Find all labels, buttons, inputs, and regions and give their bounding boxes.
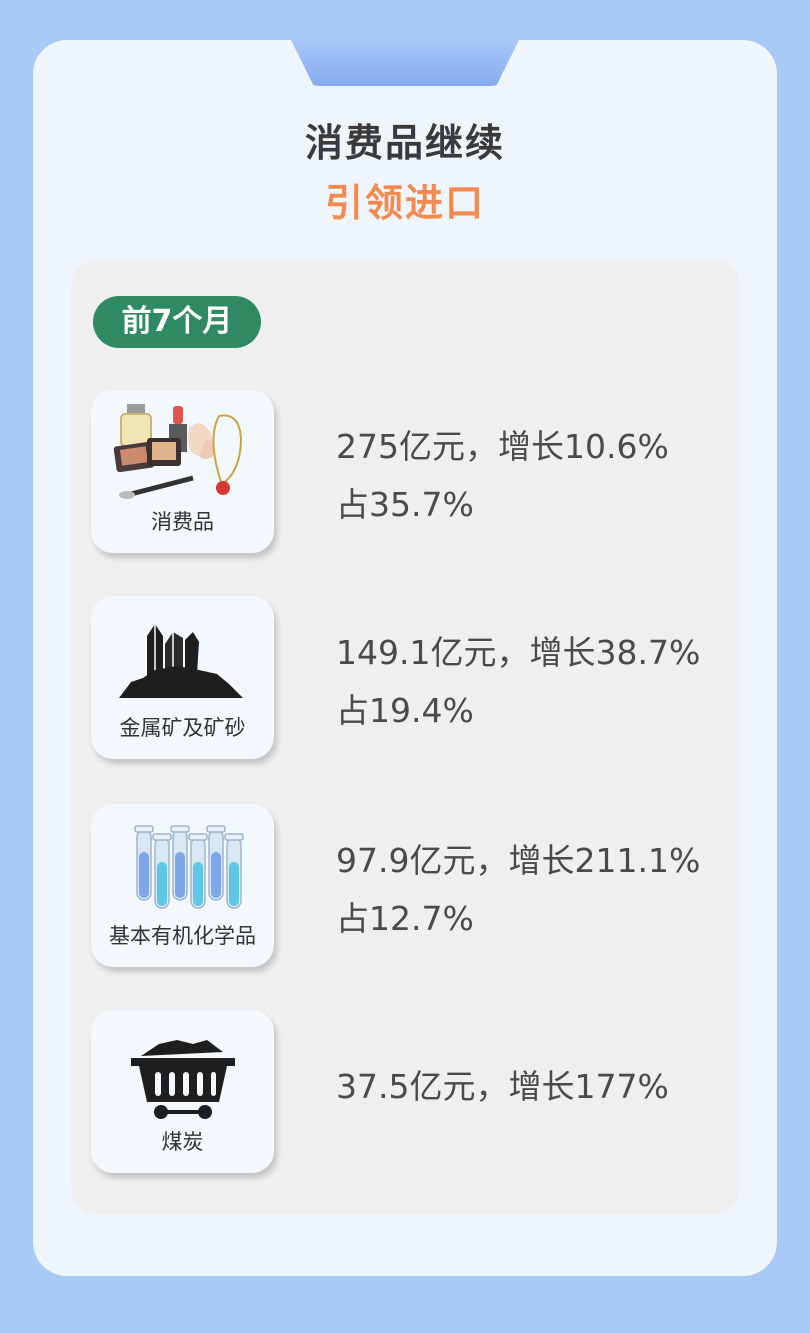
metal-ore-share: 占19.4% <box>336 691 474 730</box>
consumer-goods-label: 消费品 <box>151 510 214 534</box>
top-tab-decoration <box>291 40 519 86</box>
metal-ore-value: 149.1亿元，增长38.7% <box>336 633 701 672</box>
consumer-goods-value: 275亿元，增长10.6% <box>336 427 669 466</box>
period-badge: 前7个月 <box>93 296 261 348</box>
coal-value: 37.5亿元，增长177% <box>336 1067 669 1106</box>
metal-ore-label: 金属矿及矿砂 <box>119 716 246 740</box>
consumer-goods-share: 占35.7% <box>336 485 474 524</box>
organic-chemicals-share: 占12.7% <box>336 899 474 938</box>
cosmetics-icon <box>113 404 243 499</box>
organic-chemicals-card: 基本有机化学品 <box>91 804 274 967</box>
title-line-2: 引领进口 <box>324 181 485 225</box>
consumer-goods-card: 消费品 <box>91 390 274 553</box>
ore-icon <box>119 624 243 698</box>
coal-card: 煤炭 <box>91 1010 274 1173</box>
test-tubes-icon <box>134 825 244 909</box>
metal-ore-card: 金属矿及矿砂 <box>91 596 274 759</box>
coal-label: 煤炭 <box>161 1130 204 1154</box>
coal-cart-icon <box>131 1040 235 1119</box>
organic-chemicals-value: 97.9亿元，增长211.1% <box>336 841 701 880</box>
title-line-1: 消费品继续 <box>304 121 505 165</box>
organic-chemicals-label: 基本有机化学品 <box>109 924 256 948</box>
